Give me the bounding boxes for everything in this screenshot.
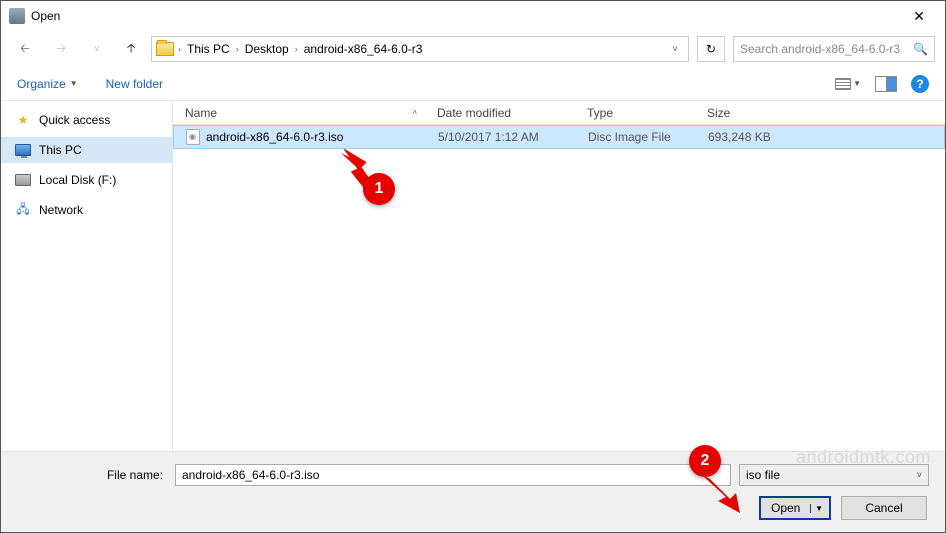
file-date: 5/10/2017 1:12 AM: [438, 130, 588, 144]
search-placeholder: Search android-x86_64-6.0-r3: [740, 42, 907, 56]
nav-sidebar: ★ Quick access This PC Local Disk (F:) 🖧…: [1, 101, 173, 485]
sort-indicator-icon: ˄: [412, 108, 417, 117]
main-area: ★ Quick access This PC Local Disk (F:) 🖧…: [1, 101, 945, 485]
preview-pane-button[interactable]: [875, 76, 897, 92]
breadcrumb-current[interactable]: android-x86_64-6.0-r3: [302, 42, 425, 56]
file-type: Disc Image File: [588, 130, 708, 144]
search-input[interactable]: Search android-x86_64-6.0-r3 🔍: [733, 36, 935, 62]
column-name[interactable]: Name ˄: [185, 106, 437, 120]
column-size[interactable]: Size: [707, 106, 807, 120]
new-folder-button[interactable]: New folder: [106, 77, 163, 91]
column-date[interactable]: Date modified: [437, 106, 587, 120]
folder-icon: [156, 42, 174, 56]
title-bar: Open ✕: [1, 1, 945, 31]
sidebar-item-this-pc[interactable]: This PC: [1, 137, 172, 163]
address-bar[interactable]: › This PC › Desktop › android-x86_64-6.0…: [151, 36, 689, 62]
close-button[interactable]: ✕: [905, 4, 933, 29]
help-button[interactable]: ?: [911, 75, 929, 93]
filename-label: File name:: [17, 468, 167, 482]
filename-input[interactable]: [175, 464, 731, 486]
chevron-right-icon[interactable]: ›: [295, 44, 298, 54]
file-row[interactable]: android-x86_64-6.0-r3.iso 5/10/2017 1:12…: [173, 125, 945, 149]
file-size: 693,248 KB: [708, 130, 808, 144]
nav-bar: 🡠 🡢 ˅ 🡡 › This PC › Desktop › android-x8…: [1, 31, 945, 67]
app-icon: [9, 8, 25, 24]
annotation-badge-1: 1: [363, 173, 395, 205]
cancel-button[interactable]: Cancel: [841, 496, 927, 520]
column-headers: Name ˄ Date modified Type Size: [173, 101, 945, 125]
sidebar-item-local-disk[interactable]: Local Disk (F:): [1, 167, 172, 193]
recent-dropdown[interactable]: ˅: [83, 36, 111, 62]
star-icon: ★: [15, 112, 31, 128]
network-icon: 🖧: [15, 202, 31, 218]
caret-down-icon: ▼: [70, 79, 78, 88]
watermark: androidmtk.com: [796, 447, 931, 468]
annotation-badge-2: 2: [689, 445, 721, 477]
back-button[interactable]: 🡠: [11, 36, 39, 62]
open-split-dropdown[interactable]: ▼: [810, 504, 827, 513]
disk-icon: [15, 172, 31, 188]
file-name: android-x86_64-6.0-r3.iso: [206, 130, 343, 144]
address-dropdown[interactable]: ˅: [666, 44, 684, 55]
sidebar-item-quick-access[interactable]: ★ Quick access: [1, 107, 172, 133]
chevron-right-icon[interactable]: ›: [236, 44, 239, 54]
caret-down-icon: ˅: [917, 470, 922, 480]
forward-button[interactable]: 🡢: [47, 36, 75, 62]
refresh-button[interactable]: ↻: [697, 36, 725, 62]
up-button[interactable]: 🡡: [119, 37, 143, 61]
breadcrumb-desktop[interactable]: Desktop: [243, 42, 291, 56]
open-button[interactable]: Open ▼: [759, 496, 831, 520]
organize-menu[interactable]: Organize ▼: [17, 77, 78, 91]
column-type[interactable]: Type: [587, 106, 707, 120]
sidebar-item-network[interactable]: 🖧 Network: [1, 197, 172, 223]
view-options-button[interactable]: ▼: [835, 78, 861, 90]
command-bar: Organize ▼ New folder ▼ ?: [1, 67, 945, 101]
view-icon: [835, 78, 851, 90]
window-title: Open: [31, 9, 60, 23]
caret-down-icon: ▼: [853, 79, 861, 88]
pc-icon: [15, 142, 31, 158]
chevron-right-icon[interactable]: ›: [178, 44, 181, 54]
breadcrumb-this-pc[interactable]: This PC: [185, 42, 232, 56]
iso-file-icon: [186, 129, 200, 145]
search-icon: 🔍: [913, 42, 928, 56]
file-list-area: Name ˄ Date modified Type Size android-x…: [173, 101, 945, 485]
